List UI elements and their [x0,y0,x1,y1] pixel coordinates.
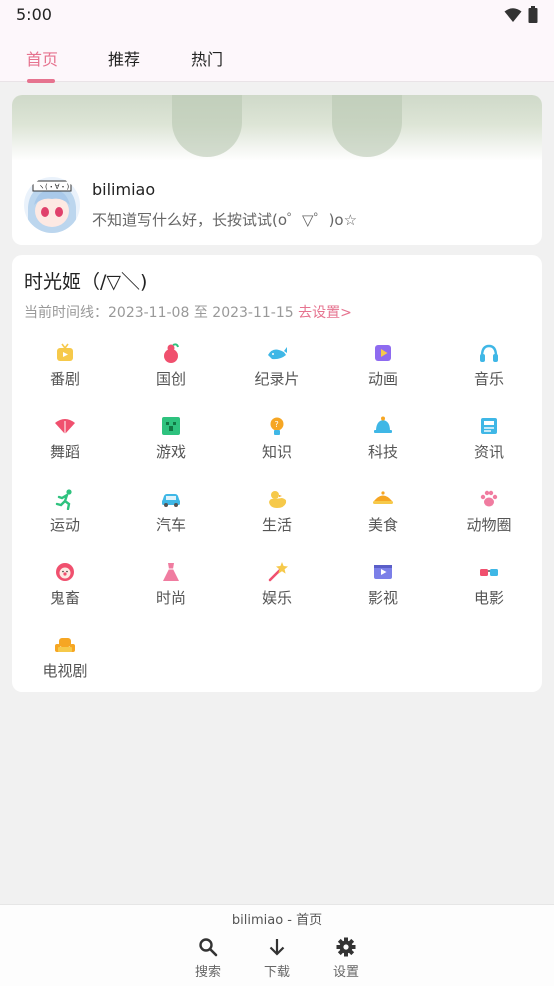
fan-icon [55,419,75,434]
settings-label: 设置 [332,965,359,980]
timeline-range-prefix: 当前时间线： [24,305,108,321]
category-label: 游戏 [155,443,186,461]
download-icon [269,939,285,956]
category-item[interactable]: 国创 [118,337,224,410]
car-icon [162,494,180,507]
category-item[interactable]: 番剧 [12,337,118,410]
category-label: 运动 [49,516,80,534]
dish-icon [373,491,393,504]
whale-icon [268,347,287,360]
runner-icon [55,489,72,510]
category-item[interactable]: 汽车 [118,483,224,556]
category-item[interactable]: 音乐 [436,337,542,410]
timeline-settings-link[interactable]: 去设置> [298,305,352,321]
3d-glasses-icon [480,569,498,576]
category-label: 国创 [155,370,186,388]
paw-icon [480,490,498,507]
category-item[interactable]: 动物圈 [436,483,542,556]
tab-indicator [27,79,55,83]
timeline-title: 时光姬（/▽＼) [24,271,148,293]
category-label: 影视 [367,589,398,607]
avatar[interactable]: ヽ(・∀・) [24,177,80,233]
settings-button[interactable]: 设置 [326,937,366,980]
category-item[interactable]: 时尚 [118,556,224,629]
headphone-icon [480,344,498,362]
bottom-bar: bilimiao - 首页 搜索 下载 设置 [0,904,554,986]
search-label: 搜索 [194,965,221,980]
search-icon [199,938,218,957]
sofa-icon [55,638,75,652]
dress-icon [163,563,179,581]
category-label: 舞蹈 [49,443,80,461]
category-item[interactable]: 资讯 [436,410,542,483]
category-label: 动物圈 [466,516,512,534]
film-icon [374,565,392,579]
category-label: 番剧 [49,370,80,388]
category-item[interactable]: 鬼畜 [12,556,118,629]
category-label: 娱乐 [261,589,292,607]
username: bilimiao [92,180,156,199]
wand-icon [268,562,288,582]
timeline-card: 时光姬（/▽＼) 当前时间线：2023-11-08 至 2023-11-15 去… [12,255,542,692]
category-item[interactable]: 运动 [12,483,118,556]
category-item[interactable]: 娱乐 [224,556,330,629]
category-item[interactable]: 科技 [330,410,436,483]
search-button[interactable]: 搜索 [188,937,228,980]
category-item[interactable]: 电视剧 [12,629,118,692]
user-signature: 不知道写什么好，长按试试(o゜▽゜)o☆ [92,211,358,229]
category-label: 电影 [473,589,504,607]
status-bar: 5:00 [0,0,554,28]
timeline-range: 当前时间线：2023-11-08 至 2023-11-15 去设置> [24,302,352,322]
status-time: 5:00 [16,5,52,24]
category-item[interactable]: 动画 [330,337,436,410]
category-item[interactable]: 游戏 [118,410,224,483]
tab-recommend[interactable]: 推荐 [108,46,140,70]
download-button[interactable]: 下载 [257,937,297,980]
svg-text:ヽ(・∀・): ヽ(・∀・) [38,183,70,191]
svg-text:?: ? [275,420,279,429]
user-card[interactable]: ヽ(・∀・) bilimiao 不知道写什么好，长按试试(o゜▽゜)o☆ [12,95,542,245]
timeline-start: 2023-11-08 [108,305,190,321]
category-item[interactable]: 电影 [436,556,542,629]
category-label: 时尚 [155,589,186,607]
timeline-end: 2023-11-15 [212,305,294,321]
category-label: 资讯 [473,443,504,461]
tv-icon [57,343,73,361]
tab-hot[interactable]: 热门 [191,46,223,70]
battery-icon [528,6,538,23]
category-item[interactable]: 舞蹈 [12,410,118,483]
category-item[interactable]: ? 知识 [224,410,330,483]
settings-icon [336,937,356,957]
category-label: 纪录片 [254,370,300,388]
bottom-title: bilimiao - 首页 [231,913,323,928]
category-label: 动画 [367,370,398,388]
clown-icon [56,563,74,581]
category-item[interactable]: 生活 [224,483,330,556]
bell-icon [374,416,392,433]
category-label: 音乐 [473,370,504,388]
category-label: 电视剧 [42,662,88,680]
category-label: 美食 [367,516,398,534]
news-icon [481,418,497,434]
category-item[interactable]: 纪录片 [224,337,330,410]
duck-icon [269,491,287,508]
top-tab-bar: 首页 推荐 热门 [0,28,554,83]
user-banner-image [12,95,542,161]
gourd-icon [164,343,179,363]
timeline-separator: 至 [189,305,213,321]
category-item[interactable]: 影视 [330,556,436,629]
wifi-icon [504,7,522,22]
play-icon [375,345,391,361]
category-label: 科技 [367,443,398,461]
lightbulb-icon: ? [270,417,284,435]
category-label: 汽车 [155,516,186,534]
download-label: 下载 [263,965,290,980]
category-label: 生活 [261,516,292,534]
category-item[interactable]: 美食 [330,483,436,556]
status-icons [504,6,538,23]
category-label: 鬼畜 [49,589,80,607]
creeper-icon [162,417,180,435]
category-label: 知识 [261,443,292,461]
tab-home[interactable]: 首页 [26,46,58,70]
